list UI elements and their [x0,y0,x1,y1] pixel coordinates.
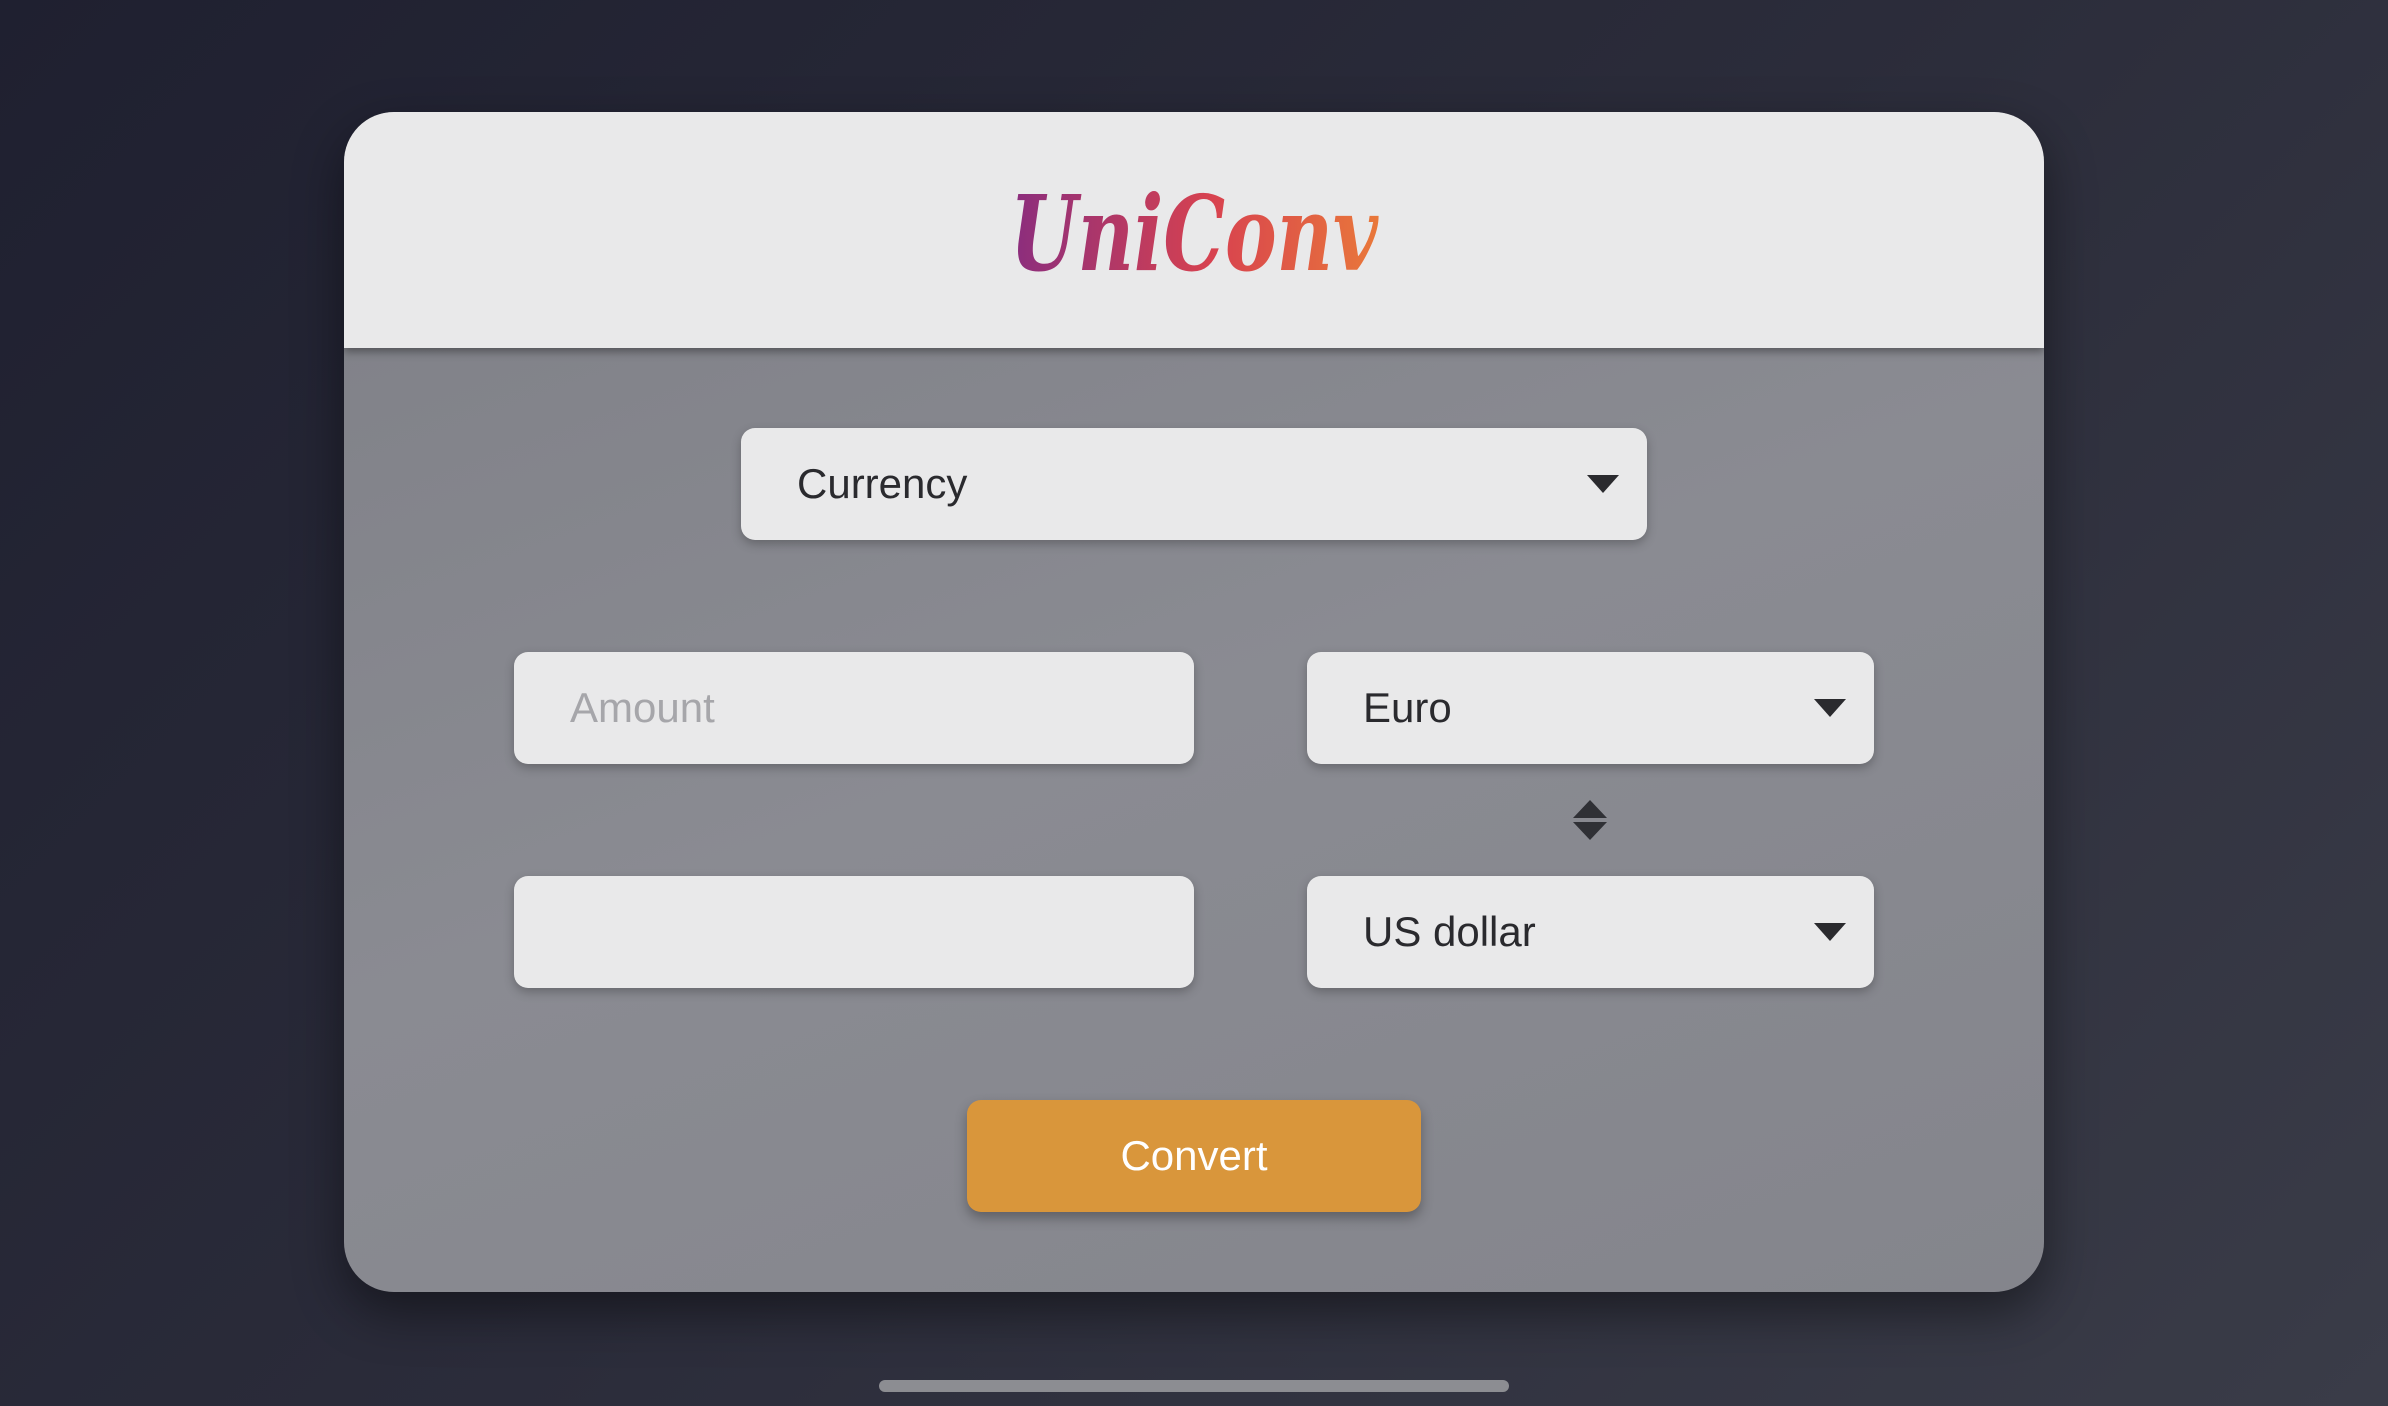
category-select[interactable]: Currency [741,428,1647,540]
to-unit-value: US dollar [1363,908,1536,955]
to-unit-select[interactable]: US dollar [1307,876,1874,988]
result-output[interactable] [570,908,1194,956]
chevron-down-icon [1587,475,1619,493]
swap-vertical-icon[interactable] [1570,798,1610,842]
logo-text: UniConv [1010,172,1379,295]
arrow-down-icon [1573,822,1607,840]
from-unit-value: Euro [1363,684,1452,731]
converter-card: UniConv Currency Euro US dollar Convert [344,112,2044,1292]
app-logo: UniConv [344,112,2044,348]
amount-input[interactable] [570,684,1194,732]
from-unit-select[interactable]: Euro [1307,652,1874,764]
result-output-field[interactable] [514,876,1194,988]
category-select-value: Currency [797,460,968,507]
chevron-down-icon [1814,923,1846,941]
convert-button[interactable]: Convert [967,1100,1421,1212]
arrow-up-icon [1573,800,1607,818]
chevron-down-icon [1814,699,1846,717]
app-header: UniConv [344,112,2044,348]
amount-input-field[interactable] [514,652,1194,764]
home-indicator[interactable] [879,1380,1509,1392]
